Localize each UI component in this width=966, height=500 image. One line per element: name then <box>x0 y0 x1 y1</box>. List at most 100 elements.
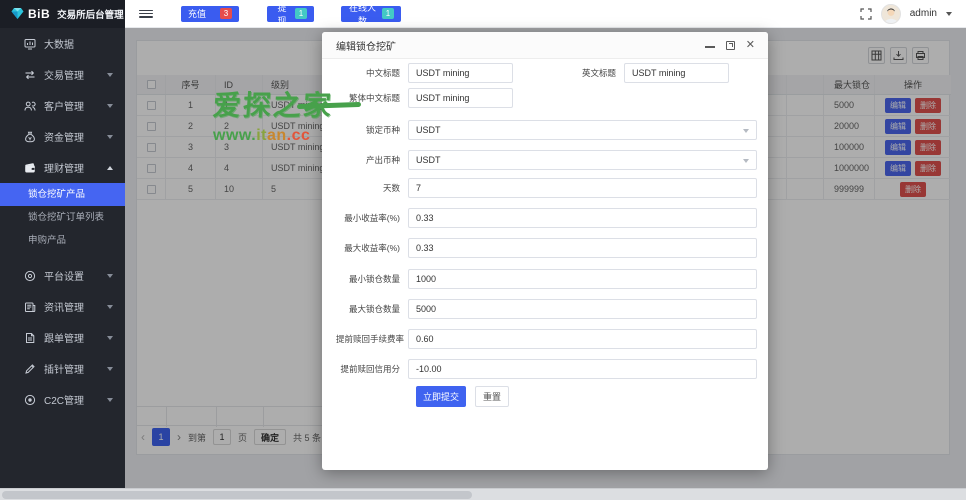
field-label-max-lock: 最大锁仓数量 <box>336 303 408 315</box>
modal-titlebar: 编辑锁仓挖矿 ✕ <box>322 32 768 59</box>
top-header: BiB 交易所后台管理 充值 3 提现 1 在线人数 1 <box>0 0 966 28</box>
sidebar-item-funds[interactable]: 资金管理 <box>0 121 125 152</box>
form-row: 天数 <box>336 178 757 198</box>
username[interactable]: admin <box>910 8 937 19</box>
select-caret-icon <box>743 129 749 133</box>
users-icon <box>24 100 36 112</box>
cn-title-input[interactable] <box>408 63 513 83</box>
sidebar-item-label: 资讯管理 <box>44 299 99 314</box>
withdraw-button[interactable]: 提现 1 <box>267 6 314 22</box>
sidebar-item-finance[interactable]: 理财管理 <box>0 152 125 183</box>
reset-button[interactable]: 重置 <box>475 386 509 407</box>
online-users-button[interactable]: 在线人数 1 <box>341 6 401 22</box>
tc-title-input[interactable] <box>408 88 513 108</box>
chart-icon <box>24 38 36 50</box>
output-coin-value: USDT <box>416 155 441 165</box>
form-row: 最大收益率(%) <box>336 238 757 258</box>
sidebar-collapse-icon[interactable] <box>139 8 153 20</box>
scrollbar-thumb[interactable] <box>2 491 472 499</box>
days-input[interactable] <box>408 178 757 198</box>
recharge-button[interactable]: 充值 3 <box>181 6 239 22</box>
sidebar-nav: 大数据 交易管理 客户管理 资金管理 理财管理 锁仓挖矿产品 锁仓挖矿订单列表 … <box>0 28 125 488</box>
field-label-redeem-credit: 提前赎回信用分 <box>336 363 408 375</box>
redeem-fee-input[interactable] <box>408 329 757 349</box>
field-label-cn-title: 中文标题 <box>336 67 408 79</box>
min-rate-input[interactable] <box>408 208 757 228</box>
lock-coin-select[interactable]: USDT <box>408 120 757 140</box>
sidebar-item-bigdata[interactable]: 大数据 <box>0 28 125 59</box>
online-users-label: 在线人数 <box>348 1 377 27</box>
sidebar-item-pin[interactable]: 插针管理 <box>0 353 125 384</box>
chevron-up-icon <box>107 166 113 170</box>
chevron-down-icon <box>107 274 113 278</box>
user-menu-caret-icon[interactable] <box>946 12 952 16</box>
fullscreen-icon[interactable] <box>860 8 872 20</box>
form-row: 锁定币种 USDT <box>336 120 757 140</box>
sidebar-item-label: 跟单管理 <box>44 330 99 345</box>
maximize-icon[interactable] <box>726 41 735 50</box>
sidebar-item-c2c[interactable]: C2C管理 <box>0 384 125 415</box>
field-label-output-coin: 产出币种 <box>336 154 408 166</box>
sidebar-item-label: 理财管理 <box>44 160 99 175</box>
horizontal-scrollbar[interactable] <box>0 488 966 500</box>
chevron-down-icon <box>107 398 113 402</box>
close-icon[interactable]: ✕ <box>746 40 755 50</box>
submit-button[interactable]: 立即提交 <box>416 386 466 407</box>
money-bag-icon <box>24 131 36 143</box>
sidebar-item-copytrade[interactable]: 跟单管理 <box>0 322 125 353</box>
field-label-min-lock: 最小锁仓数量 <box>336 273 408 285</box>
form-row: 繁体中文标题 <box>336 88 757 108</box>
chevron-down-icon <box>107 73 113 77</box>
sidebar-item-label: 资金管理 <box>44 129 99 144</box>
recharge-badge: 3 <box>220 8 232 19</box>
field-label-max-rate: 最大收益率(%) <box>336 242 408 254</box>
sidebar-subitem-mining-products[interactable]: 锁仓挖矿产品 <box>0 183 125 206</box>
min-lock-input[interactable] <box>408 269 757 289</box>
sidebar-item-label: 平台设置 <box>44 268 99 283</box>
form-row: 中文标题 英文标题 <box>336 63 757 83</box>
chevron-down-icon <box>107 367 113 371</box>
minimize-icon[interactable] <box>705 42 715 48</box>
logo-text: BiB <box>28 7 50 21</box>
sidebar-item-label: 客户管理 <box>44 98 99 113</box>
form-row: 最小收益率(%) <box>336 208 757 228</box>
wallet-icon <box>24 162 36 174</box>
max-rate-input[interactable] <box>408 238 757 258</box>
sidebar-item-label: 插针管理 <box>44 361 99 376</box>
pen-icon <box>24 363 36 375</box>
field-label-redeem-fee: 提前赎回手续费率 <box>336 333 408 345</box>
withdraw-badge: 1 <box>295 8 307 19</box>
field-label-tc-title: 繁体中文标题 <box>336 92 408 104</box>
field-label-en-title: 英文标题 <box>513 67 624 79</box>
app-title: 交易所后台管理 <box>57 7 124 21</box>
en-title-input[interactable] <box>624 63 729 83</box>
form-row: 提前赎回信用分 <box>336 359 757 379</box>
field-label-min-rate: 最小收益率(%) <box>336 212 408 224</box>
field-label-days: 天数 <box>336 182 408 194</box>
withdraw-label: 提现 <box>274 1 290 27</box>
sidebar-subitem-mining-orders[interactable]: 锁仓挖矿订单列表 <box>0 206 125 229</box>
sidebar-item-customers[interactable]: 客户管理 <box>0 90 125 121</box>
output-coin-select[interactable]: USDT <box>408 150 757 170</box>
chevron-down-icon <box>107 305 113 309</box>
sidebar-item-label: 大数据 <box>44 36 113 51</box>
target-icon <box>24 270 36 282</box>
field-label-lock-coin: 锁定币种 <box>336 124 408 136</box>
sidebar-item-trade[interactable]: 交易管理 <box>0 59 125 90</box>
chevron-down-icon <box>107 104 113 108</box>
newspaper-icon <box>24 301 36 313</box>
sidebar-item-news[interactable]: 资讯管理 <box>0 291 125 322</box>
form-row: 提前赎回手续费率 <box>336 329 757 349</box>
chevron-down-icon <box>107 135 113 139</box>
modal-buttons: 立即提交 重置 <box>336 386 757 407</box>
lock-coin-value: USDT <box>416 125 441 135</box>
sidebar-item-platform[interactable]: 平台设置 <box>0 260 125 291</box>
circle-dot-icon <box>24 394 36 406</box>
chevron-down-icon <box>107 336 113 340</box>
sidebar-subitem-subscribe-products[interactable]: 申购产品 <box>0 229 125 252</box>
user-avatar[interactable] <box>881 4 901 24</box>
form-row: 最大锁仓数量 <box>336 299 757 319</box>
online-users-badge: 1 <box>382 8 394 19</box>
redeem-credit-input[interactable] <box>408 359 757 379</box>
max-lock-input[interactable] <box>408 299 757 319</box>
